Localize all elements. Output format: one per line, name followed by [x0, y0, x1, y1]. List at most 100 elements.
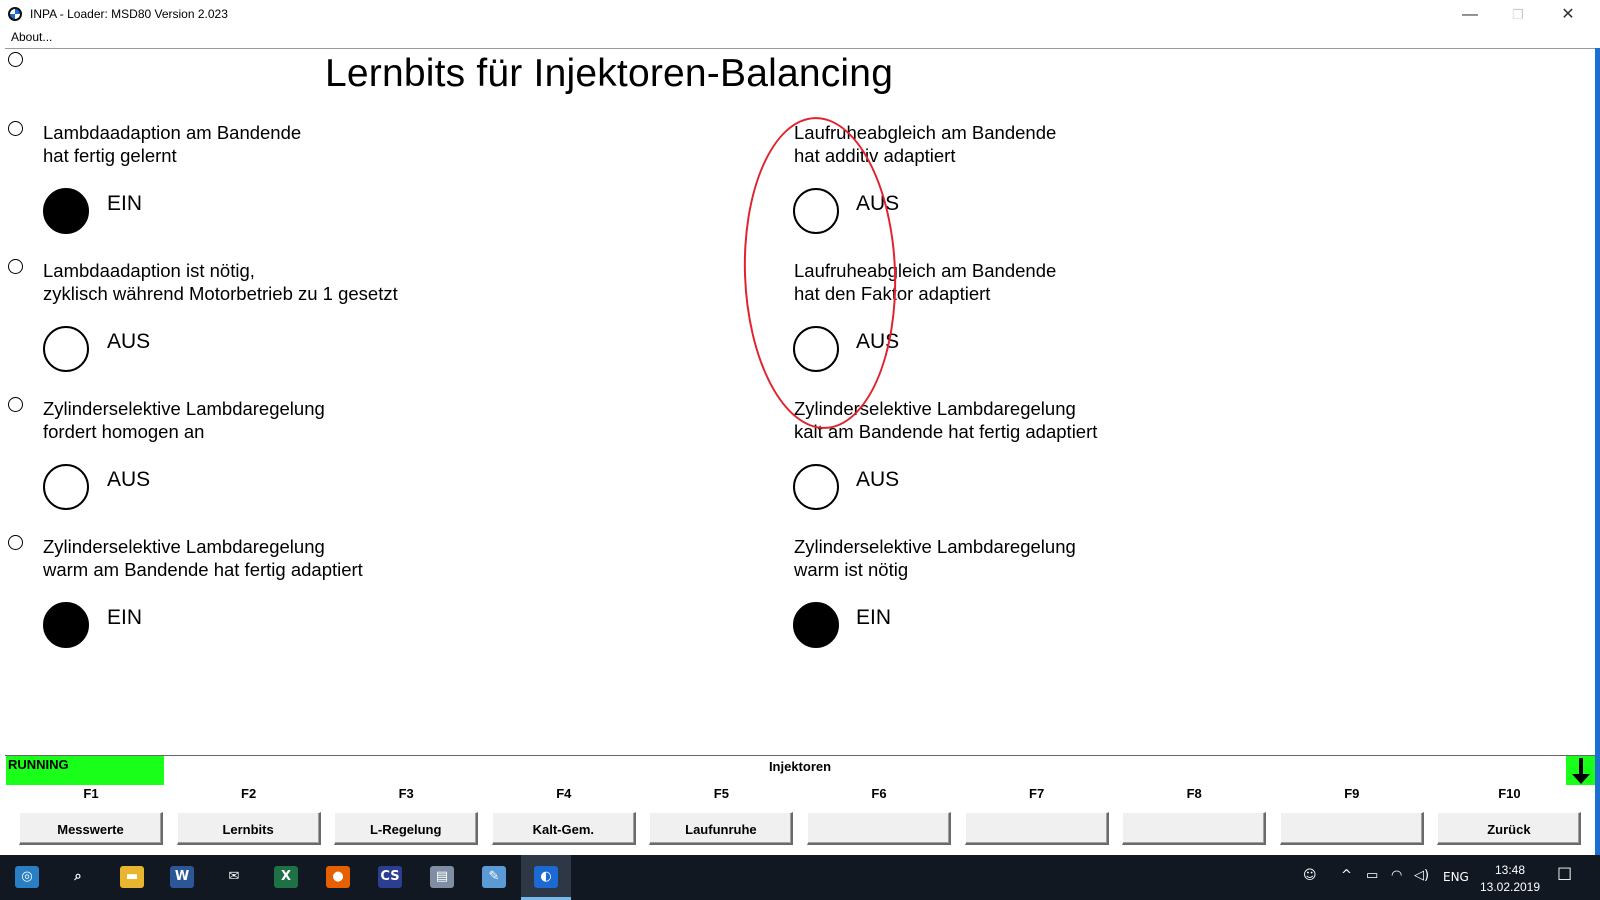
title-bar[interactable]: INPA - Loader: MSD80 Version 2.023 — ❐ ✕	[0, 0, 1600, 30]
select-radio-left-1[interactable]	[8, 121, 23, 136]
clock-date[interactable]: 13.02.2019	[1478, 880, 1542, 894]
fkey-label-f2: F2	[241, 786, 257, 801]
status-running: RUNNING	[6, 756, 164, 785]
lernbit-sublabel-left-2: zyklisch während Motorbetrieb zu 1 geset…	[43, 283, 398, 304]
fkey-button-f6[interactable]	[807, 812, 951, 845]
taskbar-paint-app[interactable]: ✎	[469, 855, 519, 900]
lernbit-sublabel-right-3: kalt am Bandende hat fertig adaptiert	[794, 421, 1098, 442]
lernbit-label-right-1: Laufruheabgleich am Bandende	[794, 122, 1057, 143]
close-button[interactable]: ✕	[1545, 0, 1591, 30]
lernbit-label-left-1: Lambdaadaption am Bandende	[43, 122, 302, 143]
firefox-icon: ●	[326, 866, 350, 888]
clock-time[interactable]: 13:48	[1478, 863, 1542, 877]
menu-bar: About...	[0, 30, 1600, 48]
taskbar-tool-app[interactable]: ▤	[417, 855, 467, 900]
mail-icon: ✉	[228, 869, 240, 884]
taskbar-search[interactable]: ⌕	[53, 855, 103, 900]
state-text-right-2: AUS	[856, 330, 900, 353]
start-icon: ◎	[15, 866, 39, 888]
fkey-button-f8[interactable]	[1122, 812, 1267, 845]
fkey-button-f1[interactable]: Messwerte	[19, 812, 163, 845]
taskbar-word[interactable]: W	[157, 855, 207, 900]
window-title: INPA - Loader: MSD80 Version 2.023	[30, 7, 228, 21]
state-text-left-1: EIN	[107, 192, 143, 215]
state-indicator-right-1	[793, 188, 839, 234]
taskbar-cs-app[interactable]: CS	[365, 855, 415, 900]
notification-icon[interactable]: ☐	[1557, 865, 1572, 885]
select-radio-left-2[interactable]	[8, 259, 23, 274]
state-text-right-3: AUS	[856, 468, 900, 491]
word-icon: W	[170, 866, 194, 888]
title-radio[interactable]	[8, 52, 23, 67]
lernbit-label-right-2: Laufruheabgleich am Bandende	[794, 260, 1057, 281]
state-indicator-left-1	[43, 188, 89, 234]
lernbit-label-left-2: Lambdaadaption ist nötig,	[43, 260, 255, 281]
paint-app-icon: ✎	[482, 866, 506, 888]
state-text-right-4: EIN	[856, 606, 892, 629]
chevron-up-icon[interactable]: ^	[1341, 868, 1352, 883]
down-arrow-icon[interactable]	[1566, 756, 1595, 785]
fkey-button-f3[interactable]: L-Regelung	[334, 812, 479, 845]
state-indicator-left-3	[43, 464, 89, 510]
language-indicator[interactable]: ENG	[1443, 870, 1469, 884]
section-label: Injektoren	[768, 759, 832, 774]
lernbit-sublabel-right-2: hat den Faktor adaptiert	[794, 283, 991, 304]
search-icon: ⌕	[74, 869, 82, 884]
state-indicator-left-4	[43, 602, 89, 648]
select-radio-left-4[interactable]	[8, 535, 23, 550]
cs-app-icon: CS	[378, 866, 402, 888]
state-indicator-right-4	[793, 602, 839, 648]
taskbar-excel[interactable]: X	[261, 855, 311, 900]
fkey-label-f10: F10	[1498, 786, 1521, 801]
fkey-button-f5[interactable]: Laufunruhe	[649, 812, 794, 845]
fkey-button-f4[interactable]: Kalt-Gem.	[491, 812, 636, 845]
taskbar-bmw-inpa[interactable]: ◐	[521, 855, 571, 900]
volume-icon[interactable]: ◁)	[1414, 868, 1429, 883]
fkey-button-f2[interactable]: Lernbits	[176, 812, 321, 845]
excel-icon: X	[274, 866, 298, 888]
fkey-label-f6: F6	[871, 786, 887, 801]
state-text-right-1: AUS	[856, 192, 900, 215]
network-icon[interactable]: ◠	[1391, 868, 1402, 883]
state-text-left-2: AUS	[107, 330, 151, 353]
lernbit-sublabel-left-1: hat fertig gelernt	[43, 145, 177, 166]
tool-app-icon: ▤	[430, 866, 454, 888]
fkey-button-f10[interactable]: Zurück	[1437, 812, 1582, 845]
state-text-left-4: EIN	[107, 606, 143, 629]
battery-icon[interactable]: ▭	[1366, 868, 1378, 883]
taskbar-file-explorer[interactable]: ▬	[107, 855, 157, 900]
fkey-button-f7[interactable]	[964, 812, 1109, 845]
fkey-label-f4: F4	[556, 786, 572, 801]
maximize-button[interactable]: ❐	[1495, 0, 1541, 30]
fkey-label-f9: F9	[1344, 786, 1360, 801]
lernbit-sublabel-left-4: warm am Bandende hat fertig adaptiert	[43, 559, 363, 580]
fkey-button-f9[interactable]	[1279, 812, 1424, 845]
lernbit-label-left-3: Zylinderselektive Lambdaregelung	[43, 398, 325, 419]
taskbar-mail[interactable]: ✉	[209, 855, 259, 900]
fkey-label-f5: F5	[713, 786, 729, 801]
fkey-label-f1: F1	[83, 786, 99, 801]
minimize-button[interactable]: —	[1447, 0, 1493, 30]
taskbar: ◎ ⌕ ▬ W ✉ X ● CS ▤ ✎ ◐	[0, 855, 1600, 900]
screen: INPA - Loader: MSD80 Version 2.023 — ❐ ✕…	[0, 0, 1600, 900]
lernbit-label-right-4: Zylinderselektive Lambdaregelung	[794, 536, 1076, 557]
state-indicator-right-3	[793, 464, 839, 510]
taskbar-firefox[interactable]: ●	[313, 855, 363, 900]
menu-about[interactable]: About...	[11, 30, 52, 44]
lernbit-label-right-3: Zylinderselektive Lambdaregelung	[794, 398, 1076, 419]
lernbit-sublabel-right-1: hat additiv adaptiert	[794, 145, 956, 166]
state-indicator-right-2	[793, 326, 839, 372]
bmw-inpa-icon: ◐	[534, 866, 558, 888]
fkey-label-f8: F8	[1186, 786, 1202, 801]
fkey-label-f7: F7	[1029, 786, 1045, 801]
state-text-left-3: AUS	[107, 468, 151, 491]
bmw-logo-icon	[8, 7, 22, 21]
lernbit-label-left-4: Zylinderselektive Lambdaregelung	[43, 536, 325, 557]
fkey-label-f3: F3	[398, 786, 414, 801]
page-title: Lernbits für Injektoren-Balancing	[325, 52, 894, 95]
select-radio-left-3[interactable]	[8, 397, 23, 412]
window-border	[1595, 48, 1600, 855]
file-explorer-icon: ▬	[120, 866, 144, 888]
people-icon[interactable]: ☺	[1303, 868, 1317, 883]
taskbar-start[interactable]: ◎	[2, 855, 52, 900]
